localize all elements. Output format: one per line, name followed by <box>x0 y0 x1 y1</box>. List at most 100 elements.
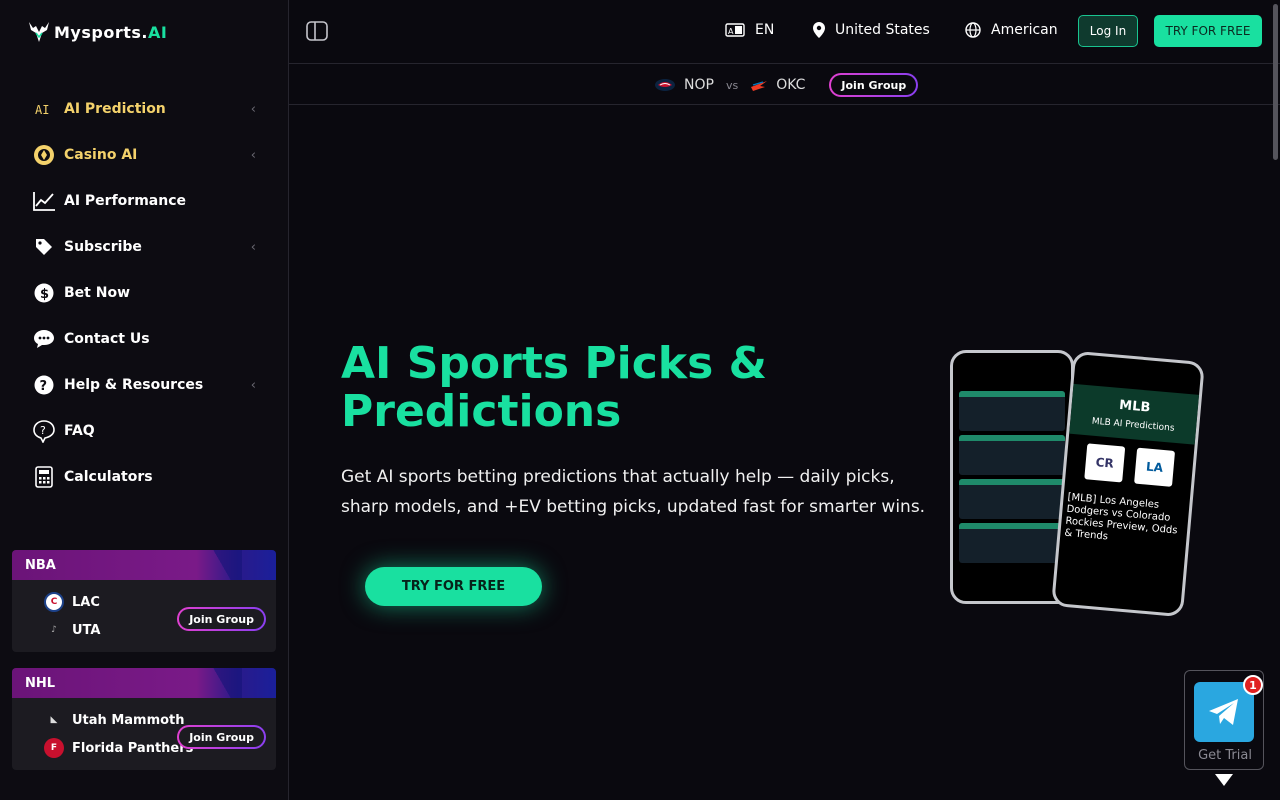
sidebar-item-calculators[interactable]: Calculators <box>24 454 264 500</box>
sidebar-item-ai-performance[interactable]: AI Performance <box>24 178 264 224</box>
sidebar-item-label: Casino AI <box>64 147 138 163</box>
sidebar-item-bet-now[interactable]: $ Bet Now <box>24 270 264 316</box>
mammoth-logo-icon: ◣ <box>50 715 58 725</box>
location-pin-icon <box>813 22 825 38</box>
svg-text:$: $ <box>40 287 49 302</box>
odds-format-selector[interactable]: American <box>965 22 1058 38</box>
nba-game-card[interactable]: NBA C LAC ♪ UTA Join Group <box>12 550 276 652</box>
away-team: OKC <box>776 77 806 93</box>
team-name: UTA <box>72 622 101 638</box>
caret-down-icon[interactable] <box>1215 774 1233 786</box>
mlb-article-headline: [MLB] Los Angeles Dodgers vs Colorado Ro… <box>1063 491 1178 543</box>
sidebar-item-label: Contact Us <box>64 331 150 347</box>
sidebar: Mysports.AI AI AI Prediction ‹ Casino AI… <box>0 0 289 800</box>
nhl-game-card[interactable]: NHL ◣ Utah Mammoth F Florida Panthers Jo… <box>12 668 276 770</box>
sidebar-item-faq[interactable]: ? FAQ <box>24 408 264 454</box>
sidebar-item-label: AI Prediction <box>64 101 166 117</box>
hero-title: AI Sports Picks & Predictions <box>341 338 767 437</box>
jazz-logo-icon: ♪ <box>51 625 57 635</box>
card-league: NBA <box>12 550 276 580</box>
clippers-logo-icon: C <box>44 592 64 612</box>
featured-match[interactable]: NOP vs OKC Join Group <box>654 73 918 97</box>
sidebar-item-contact-us[interactable]: Contact Us <box>24 316 264 362</box>
svg-text:?: ? <box>40 424 46 437</box>
team-name: LAC <box>72 594 100 610</box>
rockies-logo-icon: CR <box>1084 443 1126 483</box>
chart-line-icon <box>32 189 56 213</box>
hero-try-free-button[interactable]: TRY FOR FREE <box>365 567 542 606</box>
odds-format-label: American <box>991 22 1058 38</box>
brand-logo[interactable]: Mysports.AI <box>26 20 167 44</box>
card-body: ◣ Utah Mammoth F Florida Panthers Join G… <box>12 698 276 770</box>
globe-icon <box>965 22 981 38</box>
vs-label: vs <box>725 78 739 92</box>
live-match-bar: NOP vs OKC Join Group <box>289 64 1280 105</box>
deer-logo-icon <box>29 22 49 42</box>
mlb-banner: MLB MLB AI Predictions <box>1069 383 1200 445</box>
brand-name: Mysports.AI <box>54 22 168 42</box>
home-team: NOP <box>684 77 714 93</box>
join-group-button[interactable]: Join Group <box>829 73 918 97</box>
svg-text:A: A <box>728 27 734 36</box>
card-body: C LAC ♪ UTA Join Group <box>12 580 276 652</box>
translate-icon: A <box>725 23 745 37</box>
thunder-logo-icon <box>751 81 768 91</box>
ai-icon: AI <box>32 97 56 121</box>
sidebar-item-label: Calculators <box>64 469 153 485</box>
pelicans-logo-icon <box>655 79 675 91</box>
dollar-icon: $ <box>32 281 56 305</box>
team-name: Florida Panthers <box>72 740 194 756</box>
hero-subtitle: Get AI sports betting predictions that a… <box>341 467 926 517</box>
team-row: F Florida Panthers <box>44 738 193 758</box>
phones-illustration: MLB MLB AI Predictions CR LA [MLB] Los A… <box>950 350 1210 620</box>
mlb-heading: MLB AI Predictions <box>1091 416 1175 434</box>
get-trial-label: Get Trial <box>1198 748 1252 763</box>
chevron-left-icon: ‹ <box>250 377 256 393</box>
team-row: C LAC <box>44 592 100 612</box>
sidebar-item-casino-ai[interactable]: Casino AI ‹ <box>24 132 264 178</box>
try-free-button[interactable]: TRY FOR FREE <box>1154 15 1262 47</box>
help-icon: ? <box>32 373 56 397</box>
sidebar-item-label: Help & Resources <box>64 377 204 393</box>
team-name: Utah Mammoth <box>72 712 185 728</box>
calculator-icon <box>32 465 56 489</box>
sidebar-item-label: FAQ <box>64 423 95 439</box>
login-button[interactable]: Log In <box>1078 15 1138 47</box>
chat-icon <box>32 327 56 351</box>
scrollbar-thumb[interactable] <box>1273 4 1278 160</box>
join-group-button[interactable]: Join Group <box>177 725 266 749</box>
phone-mockup-mlb: MLB MLB AI Predictions CR LA [MLB] Los A… <box>1051 350 1205 618</box>
sidebar-item-ai-prediction[interactable]: AI AI Prediction ‹ <box>24 86 264 132</box>
sidebar-item-label: Bet Now <box>64 285 131 301</box>
sidebar-toggle-icon[interactable] <box>306 21 328 45</box>
sidebar-item-label: AI Performance <box>64 193 186 209</box>
team-row: ♪ UTA <box>44 620 100 640</box>
chevron-left-icon: ‹ <box>250 239 256 255</box>
language-label: EN <box>755 22 775 38</box>
sidebar-item-help-resources[interactable]: ? Help & Resources ‹ <box>24 362 264 408</box>
tag-icon <box>32 235 56 259</box>
sidebar-nav: AI AI Prediction ‹ Casino AI ‹ AI Perfor… <box>24 86 264 500</box>
faq-icon: ? <box>32 419 56 443</box>
svg-text:AI: AI <box>35 103 49 116</box>
team-row: ◣ Utah Mammoth <box>44 710 185 730</box>
region-label: United States <box>835 22 930 38</box>
chevron-left-icon: ‹ <box>250 147 256 163</box>
sidebar-item-label: Subscribe <box>64 239 142 255</box>
page-scrollbar[interactable] <box>1272 0 1280 800</box>
notification-badge: 1 <box>1243 675 1263 695</box>
join-group-button[interactable]: Join Group <box>177 607 266 631</box>
app-root: Mysports.AI AI AI Prediction ‹ Casino AI… <box>0 0 1280 800</box>
card-league: NHL <box>12 668 276 698</box>
language-selector[interactable]: A EN <box>725 22 774 38</box>
casino-chip-icon <box>32 143 56 167</box>
mlb-league-label: MLB <box>1118 397 1151 416</box>
panthers-logo-icon: F <box>44 738 64 758</box>
chevron-left-icon: ‹ <box>250 101 256 117</box>
dodgers-logo-icon: LA <box>1134 447 1176 487</box>
svg-text:?: ? <box>40 379 48 394</box>
top-header: A EN United States American Log In TRY F… <box>289 0 1280 64</box>
sidebar-item-subscribe[interactable]: Subscribe ‹ <box>24 224 264 270</box>
telegram-widget[interactable]: 1 Get Trial <box>1184 670 1264 770</box>
region-selector[interactable]: United States <box>813 22 930 38</box>
